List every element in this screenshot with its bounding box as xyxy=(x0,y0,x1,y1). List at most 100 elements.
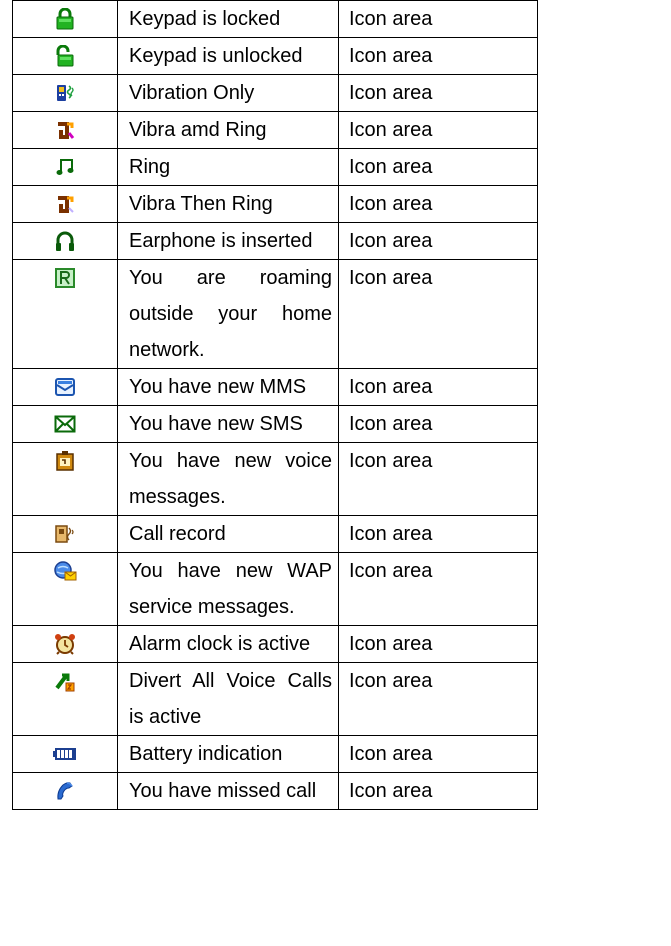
description-text: You have new voice messages. xyxy=(129,450,332,508)
description-text: You are roaming outside your home networ… xyxy=(129,267,332,361)
description-cell: You have new MMS xyxy=(117,368,339,406)
area-text: Icon area xyxy=(349,230,433,252)
area-text: Icon area xyxy=(349,376,433,398)
description-text: Divert All Voice Calls is active xyxy=(129,670,332,728)
description-text: Keypad is unlocked xyxy=(129,45,303,67)
area-cell: Icon area xyxy=(338,259,538,369)
table-row: You have new MMS Icon area xyxy=(12,368,538,406)
table-row: Call record Icon area xyxy=(12,515,538,553)
area-text: Icon area xyxy=(349,560,433,582)
status-icons-table: Keypad is locked Icon area Keypad is unloc… xyxy=(12,0,538,810)
table-row: Ring Icon area xyxy=(12,148,538,186)
description-text: You have new SMS xyxy=(129,413,303,435)
padlock-locked-icon xyxy=(13,1,117,37)
description-text: Keypad is locked xyxy=(129,8,281,30)
icon-cell xyxy=(12,37,118,75)
area-cell: Icon area xyxy=(338,772,538,810)
area-text: Icon area xyxy=(349,45,433,67)
description-text: You have new WAP service messages. xyxy=(129,560,332,618)
table-row: Vibra Then Ring Icon area xyxy=(12,185,538,223)
table-row: Keypad is unlocked Icon area xyxy=(12,37,538,75)
description-text: You have missed call xyxy=(129,780,317,802)
icon-cell xyxy=(12,515,118,553)
icon-cell xyxy=(12,552,118,626)
icon-cell xyxy=(12,735,118,773)
table-row: You have new SMS Icon area xyxy=(12,405,538,443)
description-text: You have new MMS xyxy=(129,376,307,398)
music-note-icon xyxy=(13,149,117,185)
table-row: You have new voice messages. Icon area xyxy=(12,442,538,516)
vibra-then-ring-icon xyxy=(13,186,117,222)
table-row: Vibra amd Ring Icon area xyxy=(12,111,538,149)
icon-cell xyxy=(12,368,118,406)
description-text: Earphone is inserted xyxy=(129,230,313,252)
description-cell: Vibra amd Ring xyxy=(117,111,339,149)
call-record-icon xyxy=(13,516,117,552)
area-cell: Icon area xyxy=(338,662,538,736)
area-text: Icon area xyxy=(349,523,433,545)
area-text: Icon area xyxy=(349,8,433,30)
icon-cell xyxy=(12,74,118,112)
area-text: Icon area xyxy=(349,670,433,692)
table-row: You are roaming outside your home networ… xyxy=(12,259,538,369)
area-cell: Icon area xyxy=(338,74,538,112)
description-cell: Vibra Then Ring xyxy=(117,185,339,223)
voicemail-icon xyxy=(13,443,117,479)
table-row: You have new WAP service messages. Icon a… xyxy=(12,552,538,626)
area-text: Icon area xyxy=(349,193,433,215)
area-text: Icon area xyxy=(349,450,433,472)
description-cell: You have new voice messages. xyxy=(117,442,339,516)
description-cell: You have new WAP service messages. xyxy=(117,552,339,626)
icon-cell xyxy=(12,259,118,369)
area-cell: Icon area xyxy=(338,222,538,260)
missed-call-icon xyxy=(13,773,117,809)
area-cell: Icon area xyxy=(338,0,538,38)
mms-icon xyxy=(13,369,117,405)
icon-cell xyxy=(12,405,118,443)
area-cell: Icon area xyxy=(338,368,538,406)
vibra-ring-icon xyxy=(13,112,117,148)
description-text: Vibration Only xyxy=(129,82,255,104)
roaming-icon xyxy=(13,260,117,296)
description-cell: Vibration Only xyxy=(117,74,339,112)
icon-cell xyxy=(12,442,118,516)
icon-cell xyxy=(12,0,118,38)
table-row: Vibration Only Icon area xyxy=(12,74,538,112)
sms-envelope-icon xyxy=(13,406,117,442)
table-row: You have missed call Icon area xyxy=(12,772,538,810)
area-cell: Icon area xyxy=(338,111,538,149)
table-row: Alarm clock is active Icon area xyxy=(12,625,538,663)
icon-cell xyxy=(12,222,118,260)
area-cell: Icon area xyxy=(338,552,538,626)
description-cell: Ring xyxy=(117,148,339,186)
description-text: Battery indication xyxy=(129,743,283,765)
padlock-unlocked-icon xyxy=(13,38,117,74)
table-row: Keypad is locked Icon area xyxy=(12,0,538,38)
area-text: Icon area xyxy=(349,633,433,655)
area-cell: Icon area xyxy=(338,185,538,223)
icon-cell xyxy=(12,772,118,810)
area-text: Icon area xyxy=(349,156,433,178)
area-text: Icon area xyxy=(349,780,433,802)
area-cell: Icon area xyxy=(338,37,538,75)
icon-cell xyxy=(12,662,118,736)
description-text: Call record xyxy=(129,523,226,545)
description-cell: Call record xyxy=(117,515,339,553)
table-row: Battery indication Icon area xyxy=(12,735,538,773)
area-cell: Icon area xyxy=(338,625,538,663)
description-cell: Keypad is unlocked xyxy=(117,37,339,75)
description-cell: Alarm clock is active xyxy=(117,625,339,663)
description-text: Vibra amd Ring xyxy=(129,119,267,141)
description-cell: You have missed call xyxy=(117,772,339,810)
table-row: Divert All Voice Calls is active Icon are… xyxy=(12,662,538,736)
icon-cell xyxy=(12,148,118,186)
area-text: Icon area xyxy=(349,82,433,104)
table-row: Earphone is inserted Icon area xyxy=(12,222,538,260)
description-cell: You have new SMS xyxy=(117,405,339,443)
area-text: Icon area xyxy=(349,267,433,289)
area-cell: Icon area xyxy=(338,735,538,773)
area-cell: Icon area xyxy=(338,442,538,516)
description-cell: Divert All Voice Calls is active xyxy=(117,662,339,736)
icon-cell xyxy=(12,111,118,149)
area-text: Icon area xyxy=(349,413,433,435)
